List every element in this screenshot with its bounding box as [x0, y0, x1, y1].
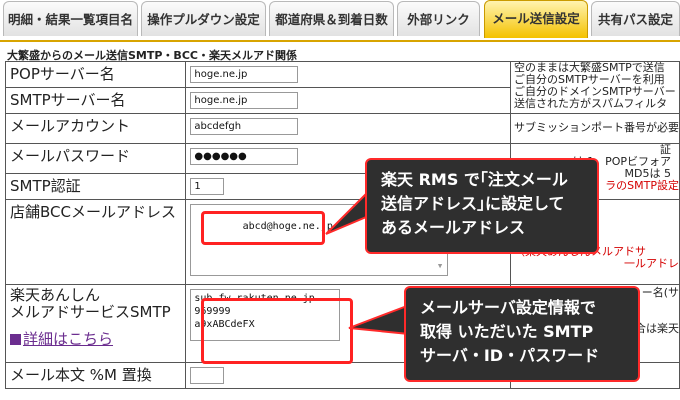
body-replace-input[interactable]: [190, 367, 225, 384]
smtp-desc-line2: 送信された方がスパムフィルタ: [513, 97, 668, 110]
smtp-server-input[interactable]: [190, 92, 299, 109]
resize-chevron-icon: ▾: [436, 259, 444, 272]
tab-shared-path[interactable]: 共有パス設定: [591, 1, 680, 36]
tab-meisai-items[interactable]: 明細・結果一覧項目名: [3, 1, 138, 36]
row-label-bcc-address: 店舗BCCメールアドレス: [4, 199, 187, 285]
bcc-highlight-box: [201, 211, 325, 245]
smtp-auth-input[interactable]: [190, 178, 225, 195]
account-desc: サブミッションポート番号が必要: [509, 113, 680, 144]
row-label-rakuten-smtp: メルアドサービスSMTP: [10, 303, 171, 321]
tab-prefecture-days[interactable]: 都道府県＆到着日数: [269, 1, 394, 36]
tab-external-links[interactable]: 外部リンク: [397, 1, 480, 36]
callout-bcc-note: 楽天 RMS で｢注文メール 送信アドレス｣に設定して あるメールアドレス: [365, 158, 599, 254]
row-label-rakuten-anshin: 楽天あんしん: [10, 286, 101, 304]
callout-smtp-note: メールサーバ設定情報で 取得 いただいた SMTP サーバ・ID・パスワード: [404, 286, 640, 382]
row-label-mail-account: メールアカウント: [4, 113, 187, 144]
table-row: メールアカウント サブミッションポート番号が必要: [4, 113, 680, 144]
tab-bar: 明細・結果一覧項目名 操作プルダウン設定 都道府県＆到着日数 外部リンク メール…: [0, 0, 680, 42]
row-label-mail-password: メールパスワード: [4, 143, 187, 174]
table-row: POPサーバー名 空のままは大繁盛SMTPで送信 ご自分のSMTPサーバーを利用…: [4, 61, 680, 114]
row-label-body-replace: メール本文 %M 置換: [4, 362, 187, 389]
mail-password-input[interactable]: [190, 148, 299, 165]
row-label-pop-server: POPサーバー名: [4, 61, 187, 88]
smtp-highlight-box: [201, 298, 353, 364]
anshin-desc-line2: 一ルアドレ: [624, 257, 679, 270]
details-link[interactable]: 詳細はこちら: [23, 330, 113, 348]
mail-account-input[interactable]: [190, 118, 299, 135]
pop-server-input[interactable]: [190, 66, 299, 83]
bullet-square-icon: [10, 334, 21, 345]
row-label-smtp-server: SMTPサーバー名: [4, 87, 187, 114]
tab-mail-settings[interactable]: メール送信設定: [484, 0, 588, 38]
row-label-smtp-auth: SMTP認証: [4, 173, 187, 200]
tab-pulldown-settings[interactable]: 操作プルダウン設定: [141, 1, 266, 36]
